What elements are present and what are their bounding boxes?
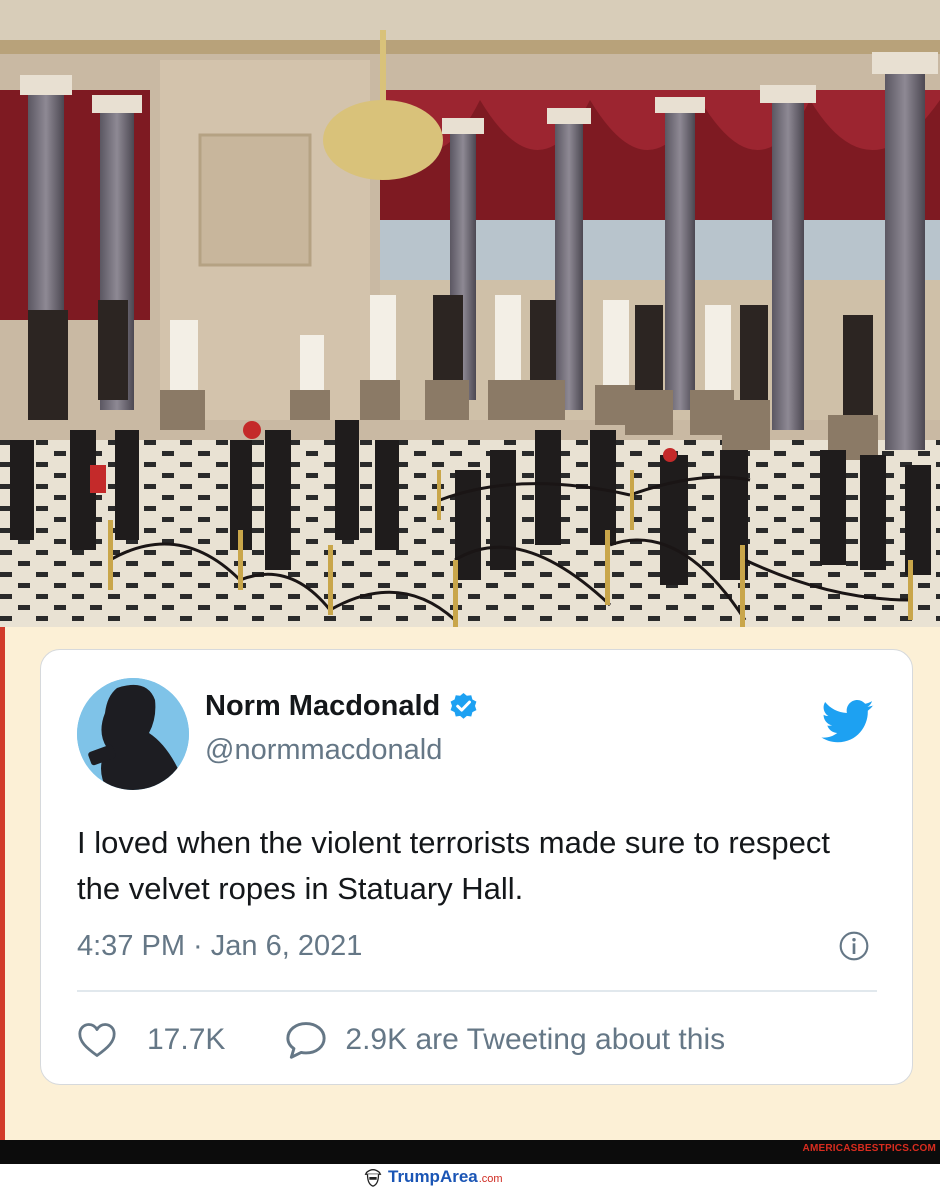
tweet-card[interactable]: Norm Macdonald @normmacdonald I loved wh… [40, 649, 913, 1085]
user-handle[interactable]: @normmacdonald [205, 734, 442, 767]
watermark-bar: AMERICASBESTPICS.COM [0, 1140, 940, 1164]
americasbestpics-watermark: AMERICASBESTPICS.COM [802, 1143, 936, 1154]
tweeting-about-count[interactable]: 2.9K are Tweeting about this [345, 1023, 725, 1057]
heart-icon[interactable] [77, 1022, 117, 1058]
trumparea-tld: .com [478, 1172, 503, 1185]
tweet-actions: 17.7K 2.9K are Tweeting about this [77, 1020, 725, 1060]
statuary-hall-photo [0, 0, 940, 627]
tweet-section: Norm Macdonald @normmacdonald I loved wh… [0, 627, 940, 1140]
like-count[interactable]: 17.7K [147, 1023, 225, 1057]
trumparea-logo[interactable]: TrumpArea .com [362, 1164, 503, 1189]
trumparea-name: TrumpArea [388, 1166, 478, 1186]
left-accent-border [0, 627, 5, 1140]
verified-badge-icon [450, 692, 477, 719]
twitter-bird-icon[interactable] [821, 700, 875, 744]
divider [77, 990, 877, 992]
info-icon[interactable] [838, 930, 870, 962]
speech-bubble-icon[interactable] [285, 1021, 327, 1059]
tweet-text: I loved when the violent terrorists made… [77, 825, 830, 906]
tweet-timestamp[interactable]: 4:37 PM · Jan 6, 2021 [77, 930, 362, 963]
avatar[interactable] [77, 678, 189, 790]
footer: TrumpArea .com [0, 1164, 940, 1189]
trumparea-logo-icon [364, 1168, 382, 1187]
display-name[interactable]: Norm Macdonald [205, 690, 440, 723]
